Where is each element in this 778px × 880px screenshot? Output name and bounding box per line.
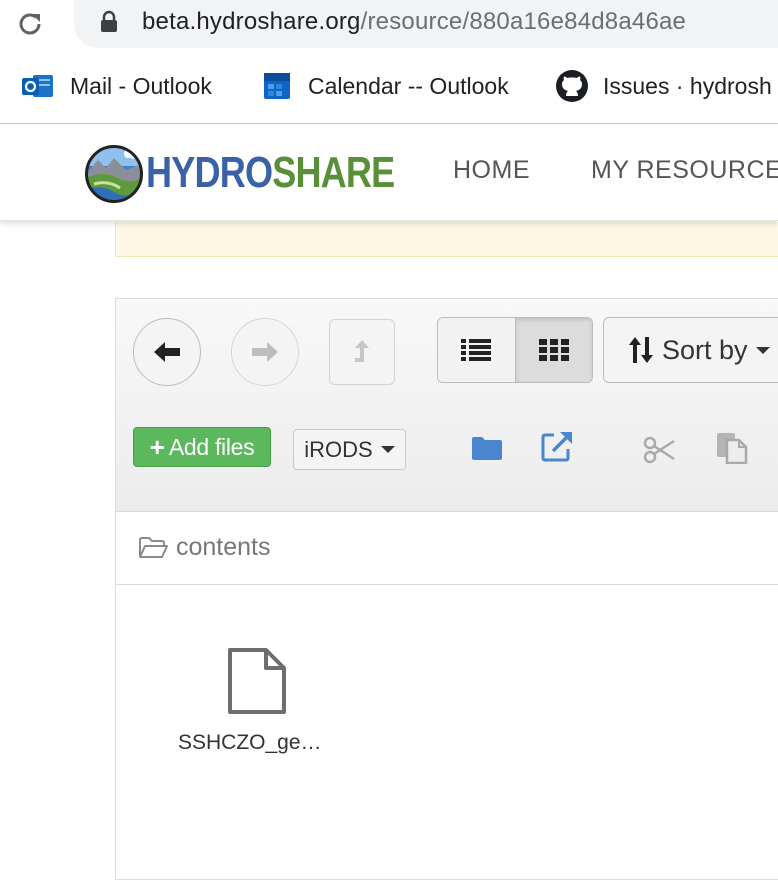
outlook-calendar-icon [264, 73, 290, 99]
hydroshare-logo-text[interactable]: HYDROSHARE [146, 148, 395, 198]
bookmark-calendar-outlook[interactable]: Calendar -- Outlook [260, 68, 509, 104]
url-host: beta.hydroshare.org [142, 8, 361, 35]
url-text[interactable]: beta.hydroshare.org/resource/880a16e84d8… [142, 8, 686, 36]
up-directory-button[interactable] [329, 319, 395, 385]
list-icon [461, 339, 492, 361]
bookmark-issues-hydroshare[interactable]: Issues · hydrosh [555, 68, 772, 104]
outlook-mail-icon [22, 75, 53, 97]
add-files-label: Add files [168, 433, 255, 460]
grid-icon [538, 339, 569, 361]
alert-banner [115, 222, 778, 257]
bookmark-label: Calendar -- Outlook [308, 72, 509, 99]
irods-dropdown[interactable]: iRODS [293, 429, 406, 470]
add-files-button[interactable]: + Add files [133, 427, 271, 467]
open-external-icon[interactable] [540, 429, 574, 463]
url-path: /resource/880a16e84d8a46ae [360, 8, 687, 35]
arrow-right-icon [252, 342, 278, 362]
site-navbar: HYDROSHARE HOME MY RESOURCE [0, 124, 778, 221]
list-view-button[interactable] [438, 318, 515, 382]
back-button[interactable] [133, 318, 201, 386]
nav-my-resources[interactable]: MY RESOURCE [591, 156, 778, 185]
chevron-down-icon [755, 346, 770, 354]
breadcrumb: contents [138, 533, 271, 562]
file-name: SSHCZO_ge… [178, 731, 322, 754]
sort-by-dropdown[interactable]: Sort by [603, 317, 778, 383]
arrow-left-icon [154, 342, 180, 362]
file-browser-toolbar: Sort by + Add files iRODS [116, 299, 778, 512]
breadcrumb-divider [116, 584, 778, 585]
file-icon [228, 648, 286, 714]
paste-icon[interactable] [714, 430, 748, 464]
sort-icon [629, 337, 653, 363]
nav-home[interactable]: HOME [453, 156, 530, 185]
bookmark-label: Mail - Outlook [70, 72, 212, 99]
browser-chrome: beta.hydroshare.org/resource/880a16e84d8… [0, 0, 778, 124]
bookmark-label: Issues · hydrosh [603, 72, 772, 99]
logo-hydro: HYDRO [146, 148, 273, 197]
bookmark-mail-outlook[interactable]: Mail - Outlook [22, 68, 212, 104]
view-toggle-group [437, 317, 593, 383]
logo-share: SHARE [272, 148, 395, 197]
sort-by-label: Sort by [662, 334, 748, 365]
irods-label: iRODS [304, 436, 373, 462]
new-folder-icon[interactable] [470, 431, 504, 465]
folder-open-icon [139, 536, 168, 558]
forward-button[interactable] [231, 318, 299, 386]
scissors-icon[interactable] [642, 433, 676, 467]
chevron-down-icon [380, 446, 395, 453]
plus-icon: + [149, 432, 165, 462]
file-browser: Sort by + Add files iRODS contents SSHCZ… [115, 298, 778, 880]
github-icon [556, 70, 588, 102]
hydroshare-logo-icon[interactable] [84, 144, 144, 204]
reload-icon[interactable] [14, 8, 46, 40]
level-up-icon [355, 340, 369, 362]
lock-icon[interactable] [98, 10, 120, 34]
grid-view-button[interactable] [514, 318, 592, 382]
breadcrumb-contents[interactable]: contents [176, 533, 271, 562]
